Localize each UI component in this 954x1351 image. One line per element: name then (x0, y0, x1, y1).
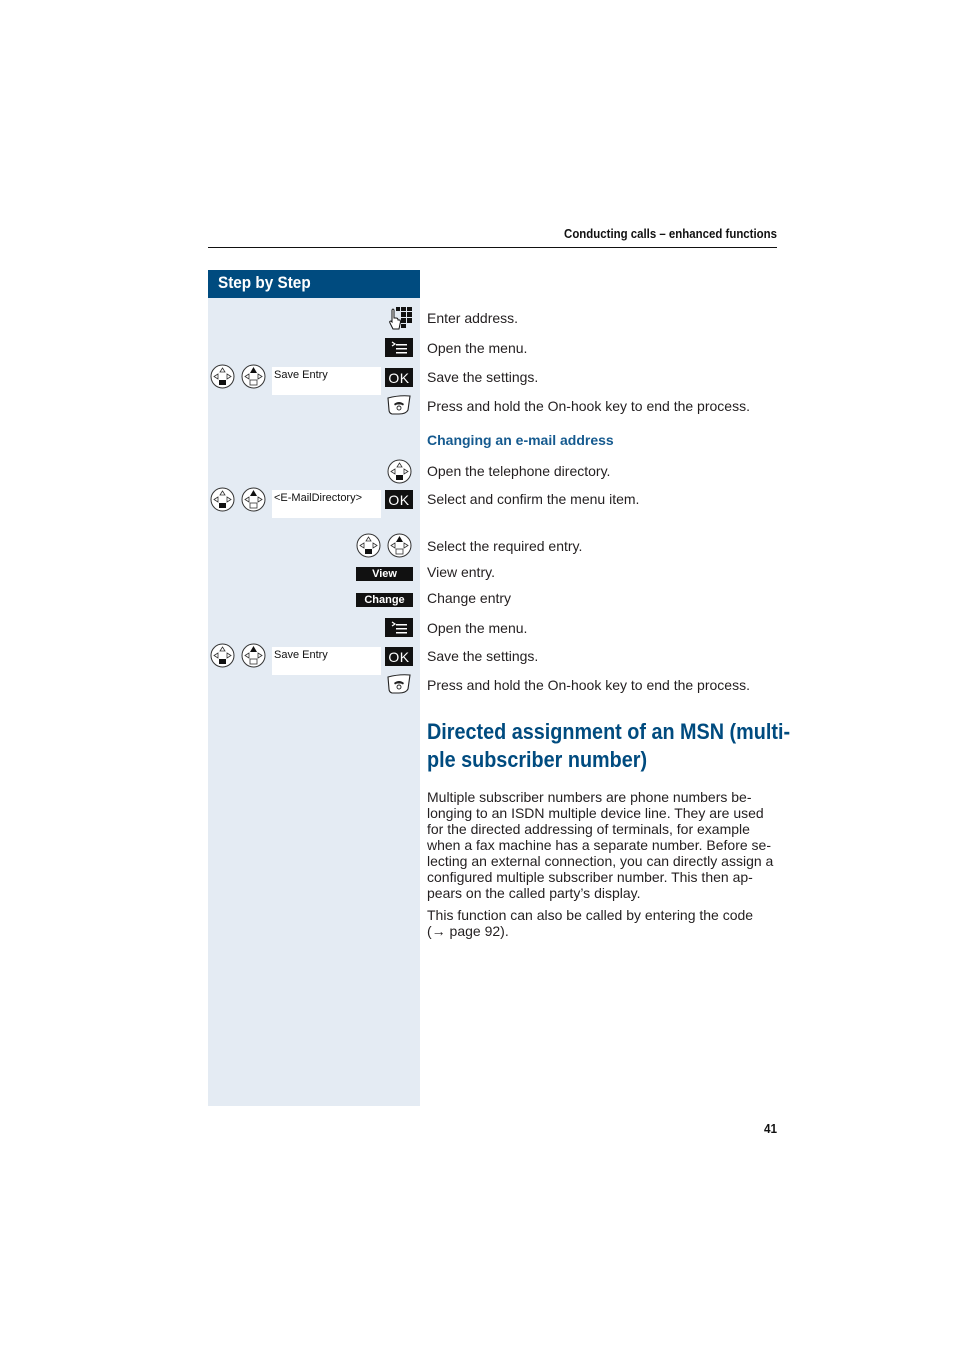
control-key-down-icon (210, 643, 235, 668)
control-key-down-icon (210, 487, 235, 512)
ok-key[interactable]: OK (385, 647, 413, 666)
paragraph-line: when a fax machine has a separate number… (427, 837, 771, 853)
step-text: Press and hold the On-hook key to end th… (427, 677, 750, 693)
paragraph-line: Multiple subscriber numbers are phone nu… (427, 789, 752, 805)
sidebar-panel (208, 298, 420, 1106)
step-text: Select and confirm the menu item. (427, 491, 640, 507)
subheading: Changing an e-mail address (427, 432, 614, 448)
display-menu-entry: Save Entry (272, 367, 381, 395)
header-rule (208, 247, 777, 248)
step-text: Open the menu. (427, 340, 528, 356)
control-key-up-icon (387, 533, 412, 558)
ok-key[interactable]: OK (385, 490, 413, 509)
control-key-up-icon (241, 643, 266, 668)
running-header: Conducting calls – enhanced functions (564, 226, 777, 241)
sidebar-title: Step by Step (218, 273, 311, 292)
keypad-icon (388, 306, 413, 332)
step-text: Change entry (427, 590, 512, 606)
step-text: Save the settings. (427, 648, 539, 664)
page-number: 41 (763, 1121, 777, 1136)
paragraph-line: configured multiple subscriber number. T… (427, 869, 753, 885)
sidebar-header: Step by Step (208, 270, 420, 298)
body-paragraph: This function can also be called by ente… (427, 907, 782, 939)
paragraph-line: for the directed addressing of terminals… (427, 821, 750, 837)
ok-key[interactable]: OK (385, 368, 413, 387)
on-hook-key-icon (386, 395, 412, 415)
paragraph-line: pears on the called party’s display. (427, 885, 641, 901)
step-text: Press and hold the On-hook key to end th… (427, 398, 750, 414)
section-heading-line: Directed assignment of an MSN (multi- (427, 719, 791, 744)
section-heading-line: ple subscriber number) (427, 747, 648, 772)
display-menu-entry: <E-MailDirectory> (272, 490, 381, 518)
step-text: Save the settings. (427, 369, 539, 385)
section-heading: Directed assignment of an MSN (multi- pl… (427, 718, 791, 774)
step-text: Select the required entry. (427, 538, 583, 554)
view-soft-key[interactable]: View (356, 567, 413, 581)
on-hook-key-icon (386, 674, 412, 694)
change-soft-key[interactable]: Change (356, 593, 413, 607)
body-paragraph: Multiple subscriber numbers are phone nu… (427, 789, 782, 901)
step-text: View entry. (427, 564, 495, 580)
menu-key-icon (385, 338, 413, 357)
step-text: Enter address. (427, 310, 519, 326)
paragraph-line: This function can also be called by ente… (427, 907, 754, 923)
control-key-down-icon (356, 533, 381, 558)
paragraph-line: lecting an external connection, you can … (427, 853, 774, 869)
display-menu-entry: Save Entry (272, 647, 381, 675)
page-reference-link[interactable]: (→ page 92). (427, 923, 782, 939)
control-key-down-icon (387, 459, 412, 484)
step-text: Open the telephone directory. (427, 463, 611, 479)
control-key-down-icon (210, 364, 235, 389)
menu-key-icon (385, 618, 413, 637)
control-key-up-icon (241, 487, 266, 512)
step-text: Open the menu. (427, 620, 528, 636)
paragraph-line: longing to an ISDN multiple device line.… (427, 805, 764, 821)
control-key-up-icon (241, 364, 266, 389)
